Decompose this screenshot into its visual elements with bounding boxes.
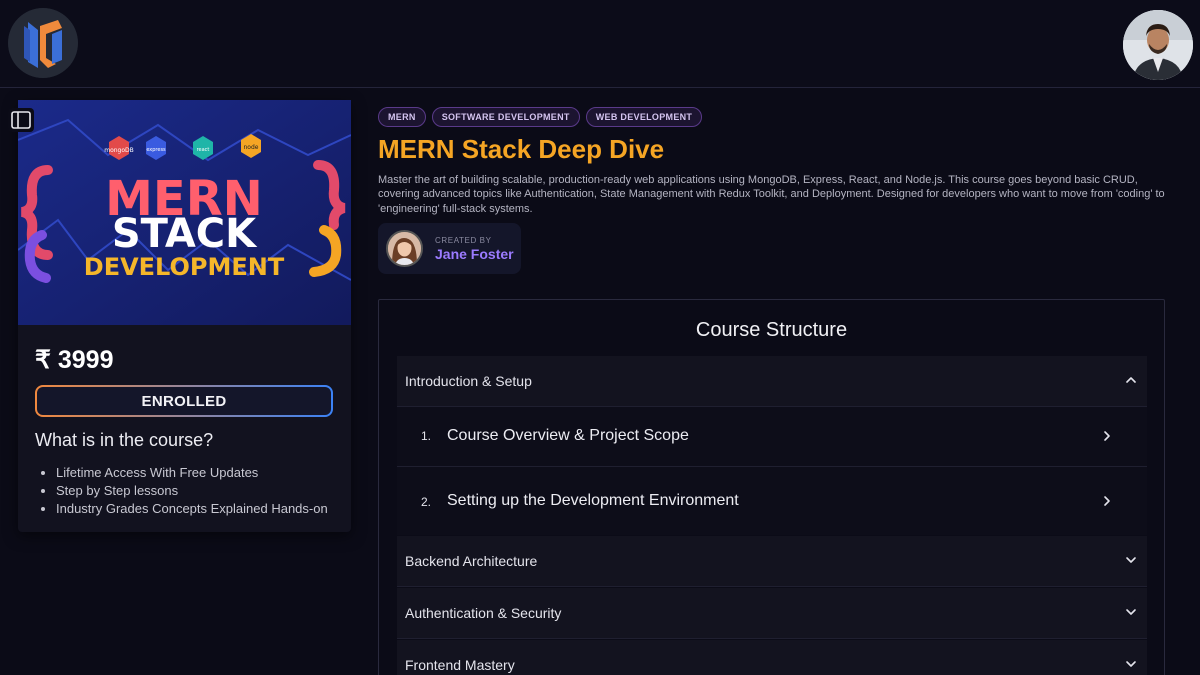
svg-text:node: node bbox=[244, 144, 259, 151]
list-item: Lifetime Access With Free Updates bbox=[56, 464, 328, 482]
tag-web-development[interactable]: WEB DEVELOPMENT bbox=[585, 107, 703, 127]
course-structure-panel: Course Structure Introduction & Setup 1.… bbox=[378, 299, 1165, 675]
lesson-row[interactable]: 2. Setting up the Development Environmen… bbox=[397, 466, 1147, 535]
section-title: Authentication & Security bbox=[405, 605, 562, 621]
svg-text:react: react bbox=[197, 147, 210, 153]
created-by-label: CREATED BY bbox=[435, 236, 492, 245]
chevron-down-icon bbox=[1126, 557, 1136, 563]
svg-text:express: express bbox=[146, 147, 166, 153]
top-header bbox=[0, 0, 1200, 88]
course-title: MERN Stack Deep Dive bbox=[378, 134, 665, 164]
chevron-down-icon bbox=[1126, 609, 1136, 615]
section-backend-architecture[interactable]: Backend Architecture bbox=[397, 536, 1147, 587]
course-description: Master the art of building scalable, pro… bbox=[378, 174, 1165, 215]
enrolled-button[interactable]: ENROLLED bbox=[35, 385, 333, 417]
course-card: mongoDB express react node MERN STACK DE… bbox=[18, 100, 351, 532]
chevron-down-icon bbox=[1126, 661, 1136, 667]
whats-in-course-heading: What is in the course? bbox=[35, 430, 214, 450]
course-structure-title: Course Structure bbox=[695, 319, 848, 341]
lesson-title: Course Overview & Project Scope bbox=[447, 427, 689, 444]
chevron-up-icon bbox=[1126, 377, 1136, 383]
svg-text:DEVELOPMENT: DEVELOPMENT bbox=[84, 253, 285, 281]
lc-logo-icon[interactable] bbox=[8, 8, 78, 78]
lesson-number: 2. bbox=[421, 495, 432, 509]
course-thumbnail: mongoDB express react node MERN STACK DE… bbox=[18, 100, 351, 325]
svg-text:STACK: STACK bbox=[112, 211, 258, 257]
creator-name[interactable]: Jane Foster bbox=[435, 246, 514, 262]
section-frontend-mastery[interactable]: Frontend Mastery bbox=[397, 640, 1147, 675]
section-authentication-security[interactable]: Authentication & Security bbox=[397, 588, 1147, 639]
svg-text:mongoDB: mongoDB bbox=[104, 147, 134, 154]
list-item: Industry Grades Concepts Explained Hands… bbox=[56, 500, 328, 518]
sidebar-toggle-button[interactable] bbox=[8, 108, 34, 132]
feature-list: Lifetime Access With Free Updates Step b… bbox=[56, 464, 328, 518]
lesson-title: Setting up the Development Environment bbox=[447, 492, 739, 509]
lesson-number: 1. bbox=[421, 429, 432, 443]
lesson-row[interactable]: 1. Course Overview & Project Scope bbox=[397, 406, 1147, 466]
tag-software-development[interactable]: SOFTWARE DEVELOPMENT bbox=[431, 107, 580, 127]
section-header[interactable]: Introduction & Setup bbox=[397, 356, 1147, 406]
tag-mern[interactable]: MERN bbox=[378, 107, 426, 127]
profile-avatar[interactable] bbox=[1123, 10, 1193, 80]
section-title: Frontend Mastery bbox=[405, 657, 515, 673]
section-introduction-setup: Introduction & Setup 1. Course Overview … bbox=[397, 356, 1147, 535]
course-price: ₹ 3999 bbox=[35, 346, 114, 374]
sidebar-panel-icon bbox=[11, 111, 31, 129]
section-title: Introduction & Setup bbox=[405, 373, 532, 389]
creator-avatar bbox=[386, 230, 423, 267]
chevron-right-icon bbox=[1104, 496, 1110, 506]
section-title: Backend Architecture bbox=[405, 553, 538, 569]
creator-card[interactable]: CREATED BY Jane Foster bbox=[378, 223, 521, 274]
chevron-right-icon bbox=[1104, 431, 1110, 441]
course-tags: MERN SOFTWARE DEVELOPMENT WEB DEVELOPMEN… bbox=[378, 107, 703, 127]
list-item: Step by Step lessons bbox=[56, 482, 328, 500]
